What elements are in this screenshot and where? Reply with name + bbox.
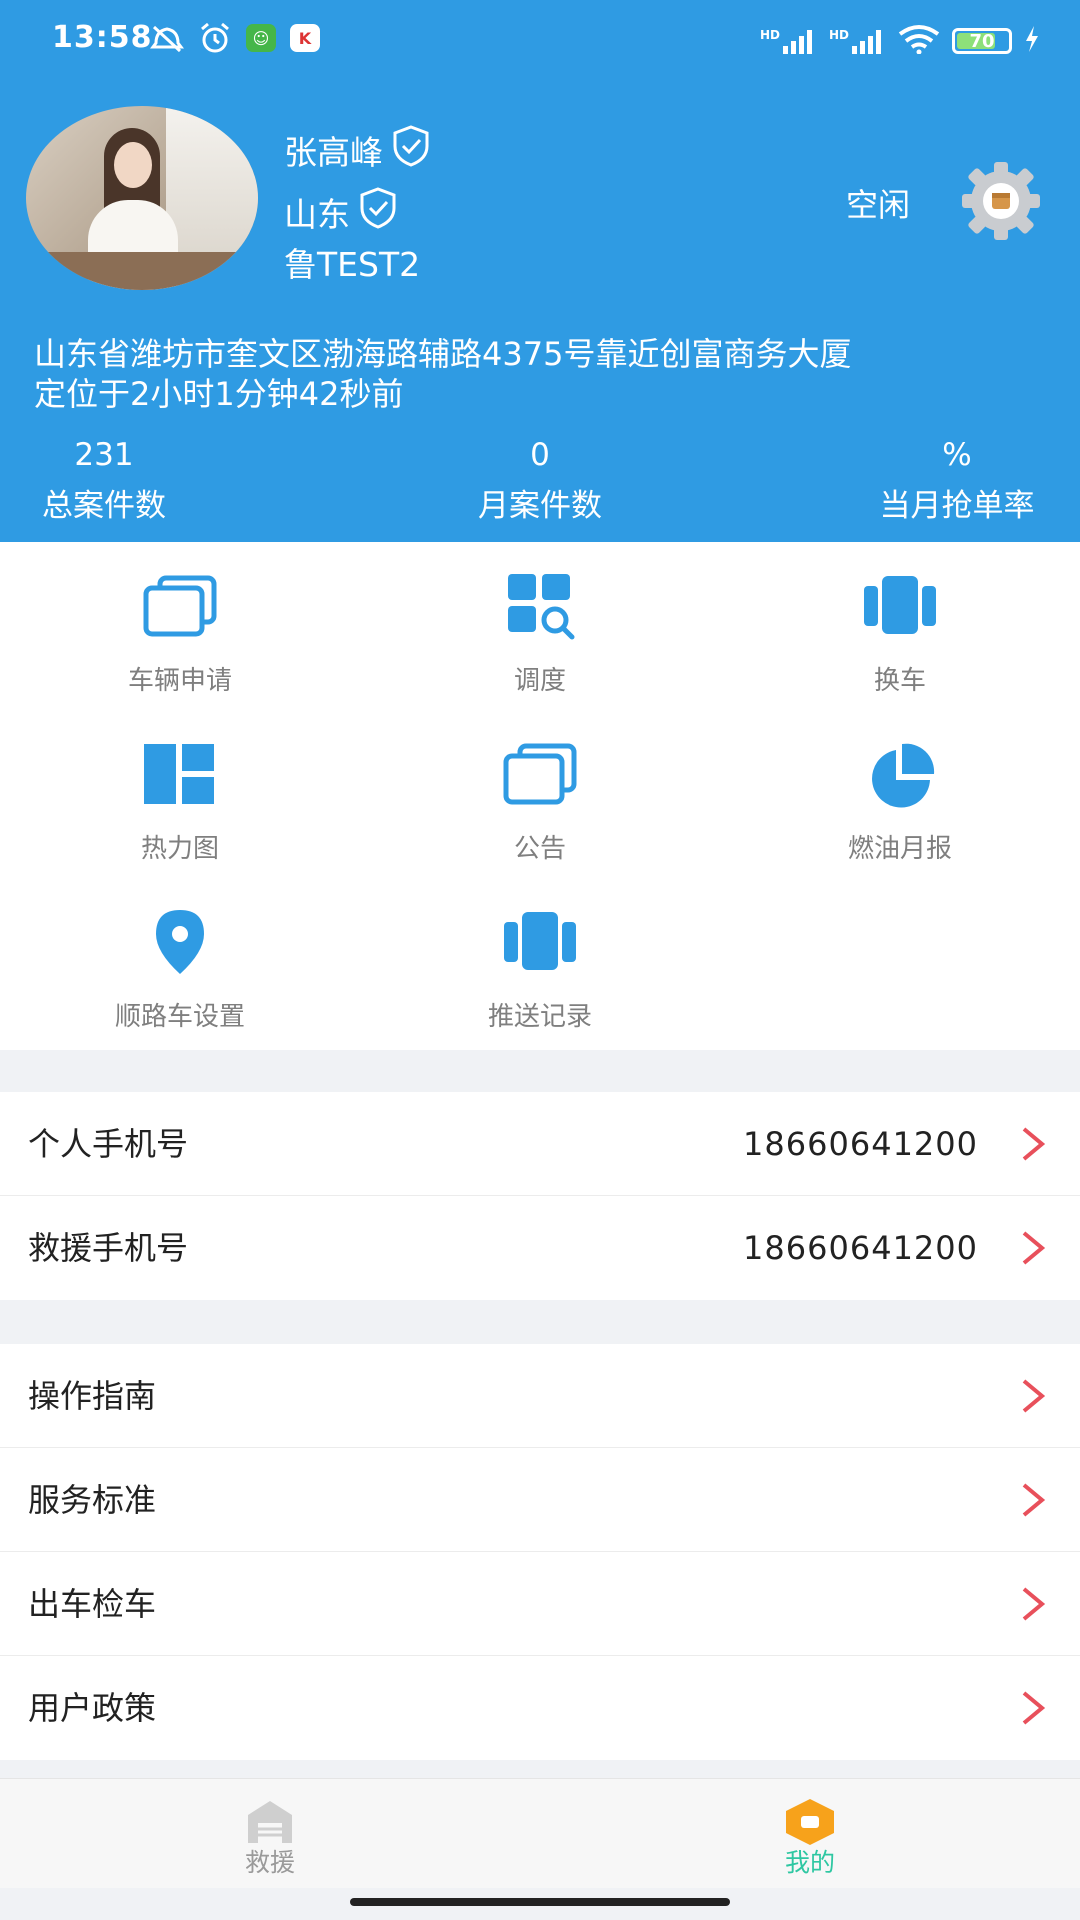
carousel-icon bbox=[500, 908, 580, 976]
stats-row: 231 总案件数 0 月案件数 % 当月抢单率 bbox=[0, 434, 1080, 534]
battery-icon: 70 bbox=[952, 28, 1012, 54]
row-operation-guide[interactable]: 操作指南 bbox=[0, 1344, 1080, 1448]
row-rescue-phone[interactable]: 救援手机号 18660641200 bbox=[0, 1196, 1080, 1300]
user-name: 张高峰 bbox=[284, 133, 383, 172]
row-vehicle-inspection[interactable]: 出车检车 bbox=[0, 1552, 1080, 1656]
settings-gear-icon[interactable] bbox=[954, 160, 1048, 242]
status-time: 13:58 bbox=[52, 20, 153, 55]
wifi-icon bbox=[898, 24, 940, 58]
location-pin-icon bbox=[140, 908, 220, 976]
verified-shield-icon bbox=[389, 124, 433, 176]
status-icons-left: ☺ K bbox=[150, 22, 320, 54]
located-time: 定位于2小时1分钟42秒前 bbox=[34, 375, 404, 413]
chevron-right-icon bbox=[1020, 1690, 1046, 1726]
grid-item-dispatch[interactable]: 调度 bbox=[360, 542, 720, 712]
dashboard-icon bbox=[140, 740, 220, 808]
grid-item-fuel-report[interactable]: 燃油月报 bbox=[720, 710, 1080, 880]
grid-item-notice[interactable]: 公告 bbox=[360, 710, 720, 880]
cards-icon bbox=[140, 572, 220, 640]
signal-icon-2: HD bbox=[829, 28, 886, 54]
row-service-standard[interactable]: 服务标准 bbox=[0, 1448, 1080, 1552]
address-text: 山东省潍坊市奎文区渤海路辅路4375号靠近创富商务大厦 bbox=[34, 335, 852, 373]
carousel-icon bbox=[860, 572, 940, 640]
garage-icon bbox=[240, 1797, 300, 1847]
chevron-right-icon bbox=[1020, 1230, 1046, 1266]
license-plate: 鲁TEST2 bbox=[284, 245, 421, 284]
province-verified-shield-icon bbox=[356, 186, 400, 238]
signal-icon-1: HD bbox=[760, 28, 817, 54]
app-badge-icon: K bbox=[290, 24, 320, 52]
grid-item-route-car-settings[interactable]: 顺路车设置 bbox=[0, 878, 360, 1048]
chevron-right-icon bbox=[1020, 1126, 1046, 1162]
wechat-app-icon: ☺ bbox=[246, 24, 276, 52]
tab-rescue[interactable]: 救援 bbox=[170, 1779, 370, 1889]
status-icons-right: HD HD 70 bbox=[760, 24, 1040, 58]
bottom-tab-bar: 救援 我的 bbox=[0, 1778, 1080, 1888]
stat-total-cases: 231 总案件数 bbox=[42, 437, 166, 524]
pie-icon bbox=[860, 740, 940, 808]
location-address: 山东省潍坊市奎文区渤海路辅路4375号靠近创富商务大厦 定位于2小时1分钟42秒… bbox=[34, 334, 1054, 414]
grid-search-icon bbox=[500, 572, 580, 640]
function-grid: 车辆申请 调度 换车 热力图 公告 燃油月报 顺路车设置 推送记录 bbox=[0, 542, 1080, 1050]
stat-month-cases: 0 月案件数 bbox=[478, 437, 602, 524]
contact-list: 个人手机号 18660641200 救援手机号 18660641200 bbox=[0, 1092, 1080, 1300]
status-bar: 13:58 ☺ K HD HD 70 bbox=[0, 0, 1080, 80]
stat-grab-rate: % 当月抢单率 bbox=[879, 437, 1035, 524]
profile-header: 13:58 ☺ K HD HD 70 张高峰 山东 鲁TEST2 空闲 山东省潍… bbox=[0, 0, 1080, 542]
province: 山东 bbox=[284, 195, 350, 234]
tab-mine[interactable]: 我的 bbox=[710, 1779, 910, 1889]
alarm-icon bbox=[198, 22, 232, 54]
user-name-row: 张高峰 bbox=[284, 124, 433, 176]
grid-item-change-vehicle[interactable]: 换车 bbox=[720, 542, 1080, 712]
province-row: 山东 bbox=[284, 186, 400, 238]
row-personal-phone[interactable]: 个人手机号 18660641200 bbox=[0, 1092, 1080, 1196]
chevron-right-icon bbox=[1020, 1586, 1046, 1622]
charging-icon bbox=[1024, 26, 1040, 56]
hexagon-profile-icon bbox=[780, 1797, 840, 1847]
grid-item-vehicle-apply[interactable]: 车辆申请 bbox=[0, 542, 360, 712]
avatar[interactable] bbox=[26, 106, 258, 290]
cards-icon bbox=[500, 740, 580, 808]
grid-item-heatmap[interactable]: 热力图 bbox=[0, 710, 360, 880]
grid-item-push-records[interactable]: 推送记录 bbox=[360, 878, 720, 1048]
chevron-right-icon bbox=[1020, 1378, 1046, 1414]
chevron-right-icon bbox=[1020, 1482, 1046, 1518]
work-status[interactable]: 空闲 bbox=[846, 180, 910, 226]
home-indicator[interactable] bbox=[350, 1898, 730, 1906]
mute-icon bbox=[150, 22, 184, 54]
link-list: 操作指南 服务标准 出车检车 用户政策 bbox=[0, 1344, 1080, 1760]
row-user-policy[interactable]: 用户政策 bbox=[0, 1656, 1080, 1760]
